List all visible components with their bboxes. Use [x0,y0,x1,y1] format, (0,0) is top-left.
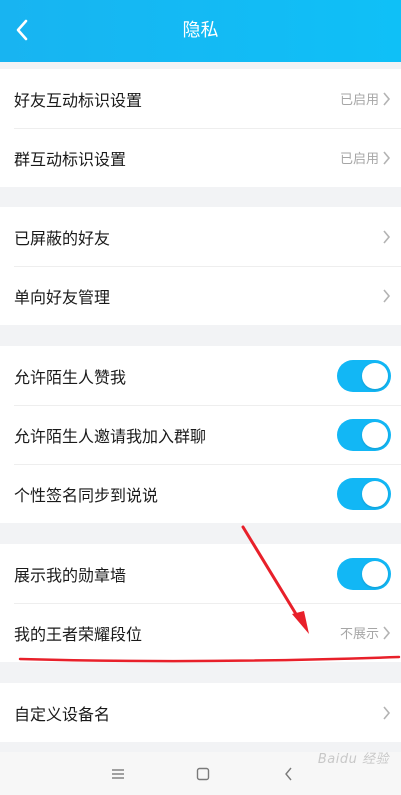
row-show-medal-wall: 展示我的勋章墙 [0,544,401,603]
settings-group-friends: 已屏蔽的好友 单向好友管理 [0,207,401,325]
chevron-right-icon [383,229,391,244]
menu-icon [112,769,124,779]
row-label: 单向好友管理 [14,287,111,307]
top-bar: 隐私 [0,0,401,62]
home-button[interactable] [193,764,213,784]
row-status: 已启用 [339,152,379,167]
row-allow-stranger-like: 允许陌生人赞我 [0,346,401,405]
row-label: 我的王者荣耀段位 [14,624,143,644]
show-medal-wall-toggle[interactable] [337,557,391,590]
row-blocked-friends[interactable]: 已屏蔽的好友 [0,207,401,266]
row-sync-signature: 个性签名同步到说说 [0,464,401,523]
row-label: 自定义设备名 [14,704,111,724]
row-honor-of-kings-rank[interactable]: 我的王者荣耀段位 不展示 [0,603,401,662]
toggle-knob [362,560,388,587]
toggle-knob [362,362,388,389]
settings-group-interaction-marks: 好友互动标识设置 已启用 群互动标识设置 已启用 [0,69,401,187]
row-label: 群互动标识设置 [14,149,127,169]
toggle-knob [362,421,388,448]
row-status: 已启用 [339,93,379,108]
nav-back-button[interactable] [279,764,299,784]
allow-stranger-invite-toggle[interactable] [337,418,391,451]
watermark: Baidu 经验 [317,752,389,767]
chevron-right-icon [383,150,391,165]
settings-group-strangers: 允许陌生人赞我 允许陌生人邀请我加入群聊 个性签名同步到说说 [0,346,401,523]
row-allow-stranger-group-invite: 允许陌生人邀请我加入群聊 [0,405,401,464]
settings-group-device: 自定义设备名 [0,683,401,742]
chevron-right-icon [383,705,391,720]
row-friend-interaction-mark[interactable]: 好友互动标识设置 已启用 [0,69,401,128]
row-label: 个性签名同步到说说 [14,485,159,505]
toggle-knob [362,480,388,507]
chevron-right-icon [383,91,391,106]
row-status: 不展示 [339,627,379,642]
row-label: 已屏蔽的好友 [14,228,111,248]
row-label: 展示我的勋章墙 [14,565,127,585]
back-chevron-icon [285,767,292,781]
row-label: 允许陌生人邀请我加入群聊 [14,426,207,446]
row-label: 允许陌生人赞我 [14,367,127,387]
allow-stranger-like-toggle[interactable] [337,359,391,392]
row-one-way-friends[interactable]: 单向好友管理 [0,266,401,325]
sync-signature-toggle[interactable] [337,477,391,510]
chevron-right-icon [383,288,391,303]
menu-button[interactable] [108,764,128,784]
row-group-interaction-mark[interactable]: 群互动标识设置 已启用 [0,128,401,187]
chevron-right-icon [383,625,391,640]
row-custom-device-name[interactable]: 自定义设备名 [0,683,401,742]
row-label: 好友互动标识设置 [14,90,143,110]
settings-group-display: 展示我的勋章墙 我的王者荣耀段位 不展示 [0,544,401,662]
home-square-icon [196,767,210,781]
page-title: 隐私 [182,20,219,41]
